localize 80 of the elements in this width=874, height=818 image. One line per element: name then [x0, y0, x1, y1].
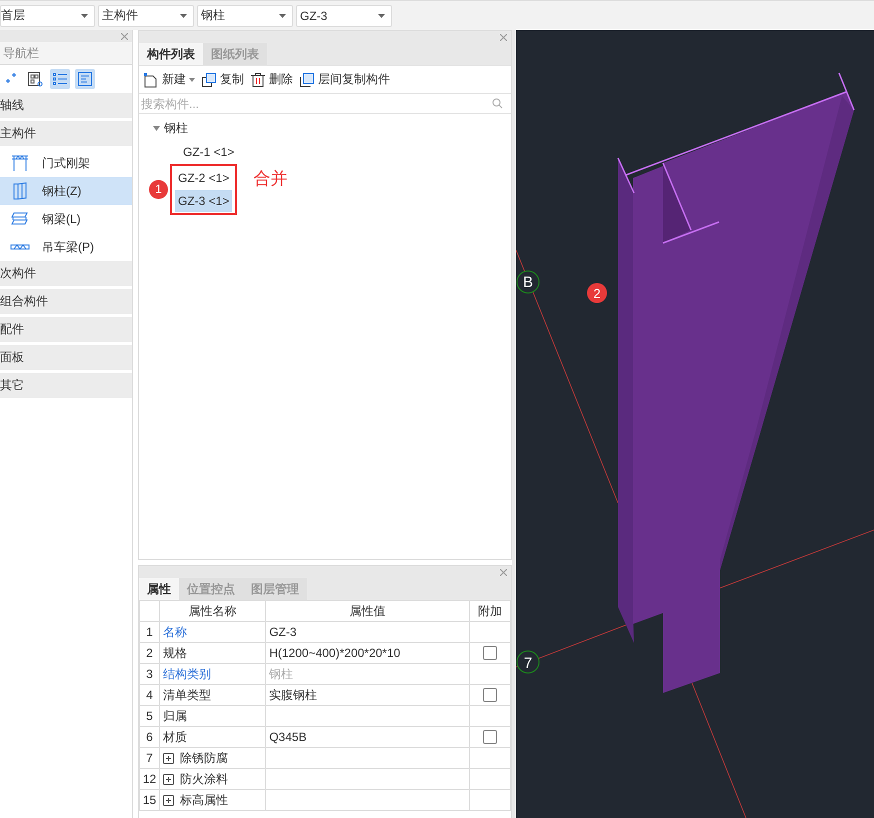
caret-icon: [180, 14, 187, 18]
close-icon[interactable]: [121, 32, 128, 40]
portal-frame-icon: [10, 154, 30, 172]
caret-icon: [378, 14, 385, 18]
nav-item[interactable]: 门式刚架: [0, 149, 132, 177]
nav-group[interactable]: 面板: [0, 345, 132, 370]
caret-icon: [189, 78, 195, 82]
nav-group[interactable]: 轴线: [0, 93, 132, 118]
trash-icon: [250, 72, 266, 88]
nav-group[interactable]: 配件: [0, 317, 132, 342]
copy-layers-icon: [299, 72, 315, 88]
checkbox[interactable]: [483, 646, 497, 660]
step-badge: 2: [587, 283, 607, 303]
new-file-icon: [143, 72, 159, 88]
tree-leaf[interactable]: GZ-2 <1>: [175, 167, 232, 189]
tab[interactable]: 属性: [139, 578, 179, 600]
panel-title: 导航栏: [0, 42, 132, 65]
dropdown[interactable]: 钢柱: [197, 4, 293, 26]
delete-button[interactable]: 删除: [250, 71, 293, 88]
copy-button[interactable]: 复制: [201, 71, 244, 88]
grid-tool-icon[interactable]: [25, 69, 45, 89]
annotation-note: 合并: [253, 168, 288, 190]
caret-icon: [279, 14, 286, 18]
dropdown[interactable]: GZ-3: [296, 4, 392, 26]
column-header: 属性名称: [160, 600, 266, 622]
tree-leaf[interactable]: GZ-3 <1>: [175, 190, 232, 212]
checkbox[interactable]: [483, 730, 497, 744]
column-header: 属性值: [266, 600, 470, 622]
nav-item[interactable]: 吊车梁(P): [0, 233, 132, 261]
row-number: 5: [140, 706, 160, 726]
nav-group[interactable]: 组合构件: [0, 289, 132, 314]
nav-item[interactable]: 钢梁(L): [0, 205, 132, 233]
list-tool-icon[interactable]: [50, 69, 70, 89]
expand-plus-icon[interactable]: [163, 774, 174, 784]
caret-icon: [81, 14, 88, 18]
tree-leaf[interactable]: GZ-1 <1>: [181, 140, 236, 164]
new-button[interactable]: 新建: [143, 71, 195, 88]
property-name: 清单类型: [160, 684, 266, 706]
expand-caret-icon: [153, 126, 160, 130]
close-icon[interactable]: [500, 34, 507, 40]
property-name: 名称: [160, 622, 266, 642]
column-header: 附加: [470, 600, 510, 622]
property-value[interactable]: H(1200~400)*200*20*10: [266, 642, 470, 664]
dropdown[interactable]: 主构件: [98, 4, 194, 26]
step-badge: 1: [149, 180, 168, 199]
row-number: 2: [140, 642, 160, 664]
row-number: 7: [140, 748, 160, 768]
property-name: 归属: [160, 706, 266, 726]
property-name: 规格: [160, 642, 266, 664]
row-number: 12: [140, 768, 160, 790]
property-value[interactable]: Q345B: [266, 726, 470, 748]
nav-item[interactable]: 钢柱(Z): [0, 177, 132, 205]
tree-node[interactable]: 钢柱: [153, 120, 511, 136]
property-value[interactable]: GZ-3: [266, 622, 470, 642]
row-number: 1: [140, 622, 160, 642]
search-field[interactable]: 搜索构件...: [139, 96, 492, 110]
close-icon[interactable]: [500, 568, 507, 576]
group-label: 防火涂料: [180, 770, 228, 788]
copy-icon: [201, 72, 217, 88]
row-number: 4: [140, 684, 160, 706]
expand-plus-icon[interactable]: [163, 752, 174, 764]
axis-marker: 7: [516, 650, 540, 674]
expand-plus-icon[interactable]: [163, 794, 174, 806]
group-label: 标高属性: [180, 792, 228, 808]
nav-group[interactable]: 次构件: [0, 261, 132, 286]
tab[interactable]: 构件列表: [139, 43, 203, 65]
nav-group[interactable]: 其它: [0, 373, 132, 398]
search-icon: [492, 98, 503, 109]
property-name: 材质: [160, 726, 266, 748]
row-number: 15: [140, 790, 160, 810]
group-label: 除锈防腐: [180, 750, 228, 766]
detail-tool-icon[interactable]: [75, 69, 95, 89]
axis-marker: B: [516, 270, 540, 294]
property-name: 结构类别: [160, 664, 266, 684]
property-value[interactable]: 实腹钢柱: [266, 684, 470, 706]
row-number: 3: [140, 664, 160, 684]
nav-group[interactable]: 主构件: [0, 121, 132, 146]
dropdown[interactable]: 首层: [0, 4, 95, 26]
checkbox[interactable]: [483, 688, 497, 702]
row-number: 6: [140, 726, 160, 748]
